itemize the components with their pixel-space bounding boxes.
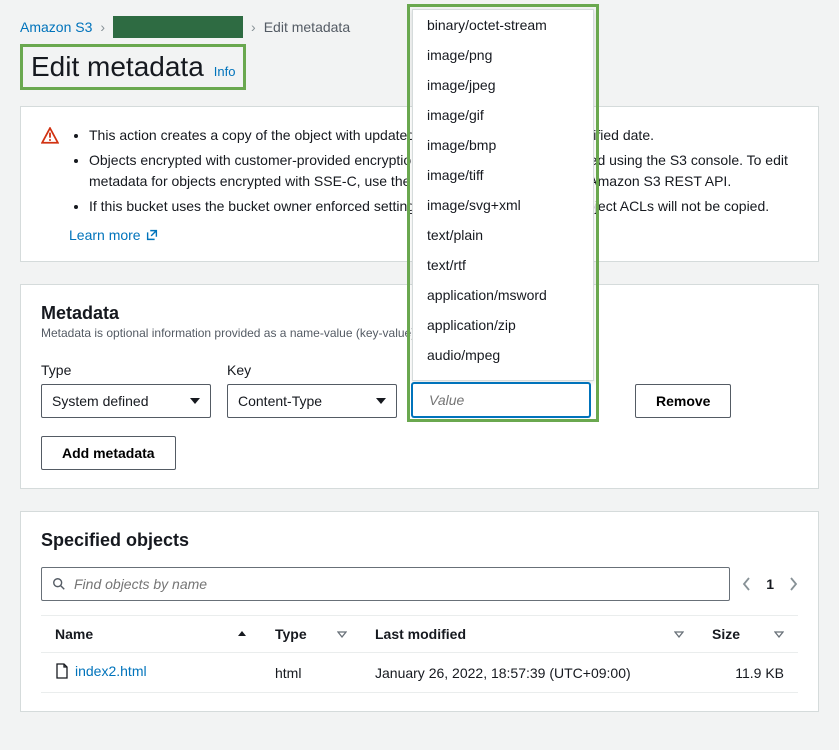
- chevron-right-icon: ›: [251, 19, 256, 35]
- remove-button[interactable]: Remove: [635, 384, 731, 418]
- prev-page-button[interactable]: [742, 577, 752, 591]
- value-option[interactable]: application/zip: [413, 310, 593, 340]
- page-title: Edit metadata: [31, 51, 204, 83]
- object-link[interactable]: index2.html: [55, 663, 147, 679]
- type-select[interactable]: System defined: [41, 384, 211, 418]
- value-input[interactable]: [412, 383, 590, 417]
- breadcrumb-bucket-redacted[interactable]: [113, 16, 243, 38]
- value-option[interactable]: image/bmp: [413, 130, 593, 160]
- value-option[interactable]: text/rtf: [413, 250, 593, 280]
- value-dropdown: binary/octet-streamimage/pngimage/jpegim…: [412, 9, 594, 381]
- specified-objects-heading: Specified objects: [41, 530, 798, 551]
- breadcrumb-root[interactable]: Amazon S3: [20, 19, 92, 35]
- file-icon: [55, 663, 69, 679]
- col-type[interactable]: Type: [261, 616, 361, 653]
- value-option[interactable]: application/msword: [413, 280, 593, 310]
- caret-down-icon: [190, 398, 200, 404]
- value-option[interactable]: image/png: [413, 40, 593, 70]
- key-label: Key: [227, 362, 397, 378]
- value-option[interactable]: image/gif: [413, 100, 593, 130]
- value-option[interactable]: application/pdf: [413, 370, 593, 380]
- cell-type: html: [261, 653, 361, 693]
- col-size[interactable]: Size: [698, 616, 798, 653]
- sort-icon: [337, 629, 347, 639]
- search-icon: [52, 577, 66, 591]
- specified-objects-panel: Specified objects 1 Name: [20, 511, 819, 712]
- breadcrumb-current: Edit metadata: [264, 19, 350, 35]
- col-name[interactable]: Name: [41, 616, 261, 653]
- chevron-right-icon: ›: [100, 19, 105, 35]
- sort-asc-icon: [237, 629, 247, 639]
- value-option[interactable]: image/svg+xml: [413, 190, 593, 220]
- caret-down-icon: [376, 398, 386, 404]
- value-option[interactable]: text/plain: [413, 220, 593, 250]
- table-row: index2.html html January 26, 2022, 18:57…: [41, 653, 798, 693]
- sort-icon: [674, 629, 684, 639]
- col-modified[interactable]: Last modified: [361, 616, 698, 653]
- cell-modified: January 26, 2022, 18:57:39 (UTC+09:00): [361, 653, 698, 693]
- pagination: 1: [742, 576, 798, 592]
- key-select[interactable]: Content-Type: [227, 384, 397, 418]
- info-link[interactable]: Info: [214, 64, 236, 79]
- next-page-button[interactable]: [788, 577, 798, 591]
- add-metadata-button[interactable]: Add metadata: [41, 436, 176, 470]
- value-option[interactable]: image/jpeg: [413, 70, 593, 100]
- learn-more-link[interactable]: Learn more: [69, 227, 159, 243]
- objects-search-input[interactable]: [41, 567, 730, 601]
- value-option[interactable]: binary/octet-stream: [413, 10, 593, 40]
- sort-icon: [774, 629, 784, 639]
- cell-size: 11.9 KB: [698, 653, 798, 693]
- page-number: 1: [766, 576, 774, 592]
- metadata-panel: Metadata Metadata is optional informatio…: [20, 284, 819, 489]
- external-link-icon: [145, 228, 159, 242]
- type-label: Type: [41, 362, 211, 378]
- value-option[interactable]: audio/mpeg: [413, 340, 593, 370]
- objects-table: Name Type Last modified Size: [41, 615, 798, 693]
- warning-icon: [41, 127, 59, 221]
- value-option[interactable]: image/tiff: [413, 160, 593, 190]
